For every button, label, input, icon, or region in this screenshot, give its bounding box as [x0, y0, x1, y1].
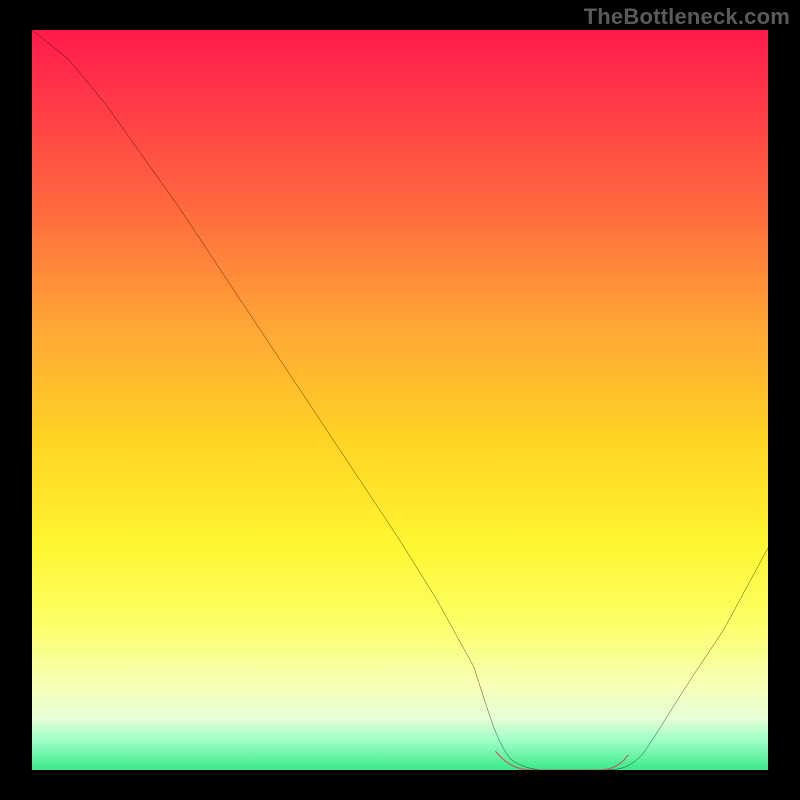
chart-frame: TheBottleneck.com — [0, 0, 800, 800]
watermark-text: TheBottleneck.com — [584, 4, 790, 30]
curve-svg — [32, 30, 768, 770]
bottleneck-curve — [32, 30, 768, 770]
plot-area — [32, 30, 768, 770]
flat-segment-highlight — [496, 752, 628, 771]
